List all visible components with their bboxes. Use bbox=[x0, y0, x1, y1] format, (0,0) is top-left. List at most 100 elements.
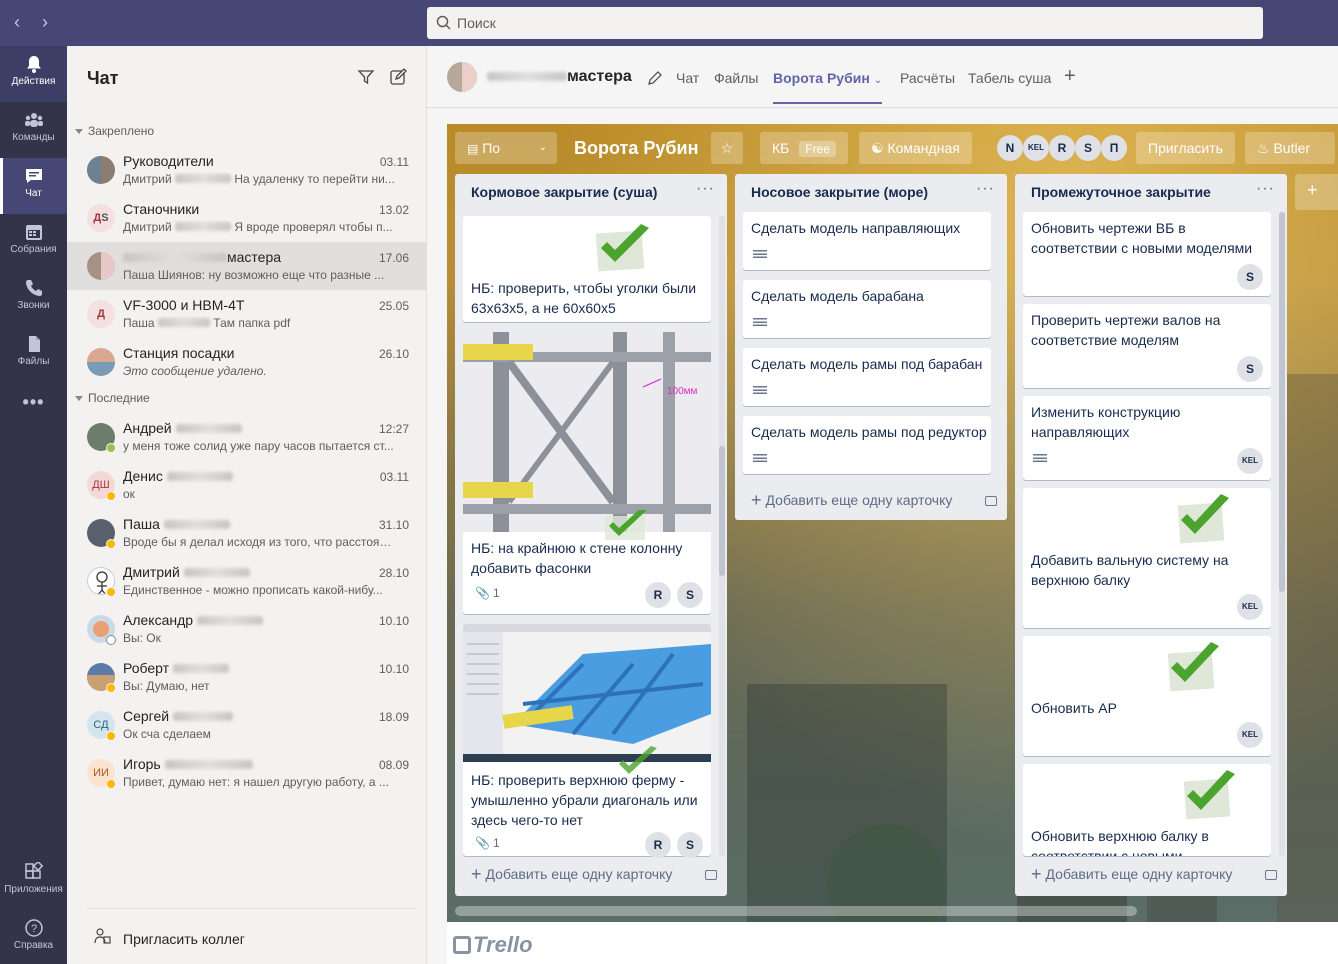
status-away-icon bbox=[106, 779, 116, 789]
rail-meetings[interactable]: Собрания bbox=[0, 214, 67, 270]
rail-calls[interactable]: Звонки bbox=[0, 270, 67, 326]
card[interactable]: 100мм НБ: на крайнюю к стене колонну доб… bbox=[463, 332, 711, 614]
card[interactable]: Обновить чертежи ВБ в соответствии с нов… bbox=[1023, 212, 1271, 296]
chat-row-dmitriy[interactable]: Дмитрий 28.10 Единственное - можно пропи… bbox=[67, 557, 427, 605]
butler-button[interactable]: ♨ Butler bbox=[1245, 132, 1335, 164]
forward-icon[interactable]: › bbox=[42, 12, 48, 32]
card[interactable]: Сделать модель рамы под редуктор bbox=[743, 416, 991, 474]
checkmark-icon bbox=[595, 224, 649, 272]
card[interactable]: Сделать модель рамы под барабан bbox=[743, 348, 991, 406]
card-member[interactable]: KEL bbox=[1237, 722, 1263, 748]
card[interactable]: НБ: проверить, чтобы уголки были 63х63х5… bbox=[463, 216, 711, 322]
invite-icon bbox=[94, 928, 111, 944]
chat-row-sergey[interactable]: СД Сергей 18.09 Ок сча сделаем bbox=[67, 701, 427, 749]
star-icon[interactable]: ☆ bbox=[711, 132, 743, 164]
card[interactable]: Сделать модель барабана bbox=[743, 280, 991, 338]
list-menu-icon[interactable]: ··· bbox=[1256, 180, 1275, 198]
chat-row-vf3000[interactable]: Д VF-3000 и HBM-4T 25.05 Паша Там папка … bbox=[67, 290, 427, 338]
member-avatar[interactable]: П bbox=[1101, 135, 1127, 161]
card-member[interactable]: S bbox=[1237, 264, 1263, 290]
card-template-icon[interactable] bbox=[1265, 870, 1277, 880]
attachment-icon: 📎 bbox=[475, 836, 490, 850]
card[interactable]: Обновить АР KEL bbox=[1023, 636, 1271, 756]
tab-vorota-rubin[interactable]: Ворота Рубин ⌄ bbox=[773, 70, 883, 104]
card-template-icon[interactable] bbox=[985, 496, 997, 506]
tab-files[interactable]: Файлы bbox=[714, 70, 758, 86]
board-scrollbar[interactable] bbox=[455, 906, 1137, 916]
add-list-button[interactable]: + bbox=[1295, 174, 1338, 210]
card[interactable]: Изменить конструкцию направляющих KEL bbox=[1023, 396, 1271, 480]
board-view-button[interactable]: ▤ По ⌄ bbox=[455, 132, 557, 164]
rail-apps[interactable]: Приложения bbox=[0, 854, 67, 910]
card-member[interactable]: R bbox=[645, 582, 671, 608]
list-promezhutochnoe: Промежуточное закрытие ··· Обновить черт… bbox=[1015, 174, 1287, 896]
chat-row-andrey[interactable]: Андрей 12:27 у меня тоже солид уже пару … bbox=[67, 413, 427, 461]
member-avatar[interactable]: R bbox=[1049, 135, 1075, 161]
chat-row-rukovoditeli[interactable]: Руководители 03.11 Дмитрий На удаленку т… bbox=[67, 146, 427, 194]
edit-icon[interactable] bbox=[647, 70, 663, 86]
card[interactable]: Сделать модель направляющих bbox=[743, 212, 991, 270]
team-icon: ☯ bbox=[871, 140, 884, 156]
add-tab-icon[interactable]: + bbox=[1064, 65, 1076, 88]
chat-row-robert[interactable]: Роберт 10.10 Вы: Думаю, нет bbox=[67, 653, 427, 701]
chat-row-mastera[interactable]: мастера 17.06 Паша Шиянов: ну возможно е… bbox=[67, 242, 427, 290]
board-name[interactable]: Ворота Рубин bbox=[574, 138, 698, 159]
card-member[interactable]: KEL bbox=[1237, 594, 1263, 620]
add-card-button[interactable]: + Добавить еще одну карточку bbox=[1031, 864, 1232, 885]
visibility-button[interactable]: ☯ Командная bbox=[859, 132, 972, 164]
rail-teams[interactable]: Команды bbox=[0, 102, 67, 158]
chat-row-stanochniki[interactable]: ДS Станочники 13.02 Дмитрий Я вроде пров… bbox=[67, 194, 427, 242]
description-icon bbox=[753, 250, 767, 260]
channel-title: мастера bbox=[487, 68, 632, 86]
card-member[interactable]: S bbox=[1237, 356, 1263, 382]
description-icon bbox=[1033, 454, 1047, 464]
card-member[interactable]: S bbox=[677, 832, 703, 858]
member-avatar[interactable]: S bbox=[1075, 135, 1101, 161]
more-icon[interactable]: ••• bbox=[0, 392, 67, 428]
card[interactable]: Добавить вальную систему на верхнюю балк… bbox=[1023, 488, 1271, 628]
member-avatar[interactable]: N bbox=[997, 135, 1023, 161]
description-icon bbox=[753, 386, 767, 396]
new-chat-icon[interactable] bbox=[389, 68, 407, 86]
add-card-button[interactable]: + Добавить еще одну карточку bbox=[751, 490, 952, 511]
avatar bbox=[87, 252, 115, 280]
rail-chat[interactable]: Чат bbox=[0, 158, 67, 214]
section-pinned[interactable]: Закреплено bbox=[75, 124, 154, 138]
chat-row-denis[interactable]: ДШ Денис 03.11 ок bbox=[67, 461, 427, 509]
card[interactable]: Проверить чертежи валов на соответствие … bbox=[1023, 304, 1271, 388]
chat-row-igor[interactable]: ИИ Игорь 08.09 Привет, думаю нет: я наше… bbox=[67, 749, 427, 797]
card[interactable]: НБ: проверить верхнюю ферму - умышленно … bbox=[463, 624, 711, 858]
section-recent[interactable]: Последние bbox=[75, 391, 150, 405]
chat-row-stantsiya[interactable]: Станция посадки 26.10 Это сообщение удал… bbox=[67, 338, 427, 386]
card-member[interactable]: R bbox=[645, 832, 671, 858]
tab-tabel[interactable]: Табель суша bbox=[968, 70, 1051, 86]
filter-icon[interactable] bbox=[357, 68, 375, 86]
list-menu-icon[interactable]: ··· bbox=[696, 180, 715, 198]
board-icon: ▤ bbox=[467, 142, 479, 156]
attachment-icon: 📎 bbox=[475, 586, 490, 600]
checkmark-icon bbox=[1167, 642, 1219, 692]
card-image bbox=[463, 624, 711, 762]
add-card-button[interactable]: + Добавить еще одну карточку bbox=[471, 864, 672, 885]
rail-activity[interactable]: Действия bbox=[0, 46, 67, 102]
help-icon: ? bbox=[24, 919, 43, 937]
list-menu-icon[interactable]: ··· bbox=[976, 180, 995, 198]
member-avatar[interactable]: KEL bbox=[1023, 135, 1049, 161]
card[interactable]: Обновить верхнюю балку в соответствии с … bbox=[1023, 764, 1271, 856]
avatar: Д bbox=[87, 300, 115, 328]
back-icon[interactable]: ‹ bbox=[14, 12, 20, 32]
chat-row-aleksandr[interactable]: Александр 10.10 Вы: Ок bbox=[67, 605, 427, 653]
rail-help[interactable]: ? Справка bbox=[0, 910, 67, 964]
card-member[interactable]: KEL bbox=[1237, 448, 1263, 474]
card-template-icon[interactable] bbox=[705, 870, 717, 880]
invite-colleagues-button[interactable]: Пригласить коллег bbox=[87, 908, 415, 964]
team-kb-button[interactable]: КБ Free bbox=[760, 132, 848, 164]
search-input[interactable]: Поиск bbox=[427, 7, 1263, 39]
bell-icon bbox=[26, 56, 41, 73]
tab-raschety[interactable]: Расчёты bbox=[900, 70, 955, 86]
card-member[interactable]: S bbox=[677, 582, 703, 608]
rail-files[interactable]: Файлы bbox=[0, 326, 67, 382]
tab-chat[interactable]: Чат bbox=[676, 70, 699, 86]
invite-button[interactable]: Пригласить bbox=[1136, 132, 1235, 164]
chat-row-pasha[interactable]: Паша 31.10 Вроде бы я делал исходя из то… bbox=[67, 509, 427, 557]
